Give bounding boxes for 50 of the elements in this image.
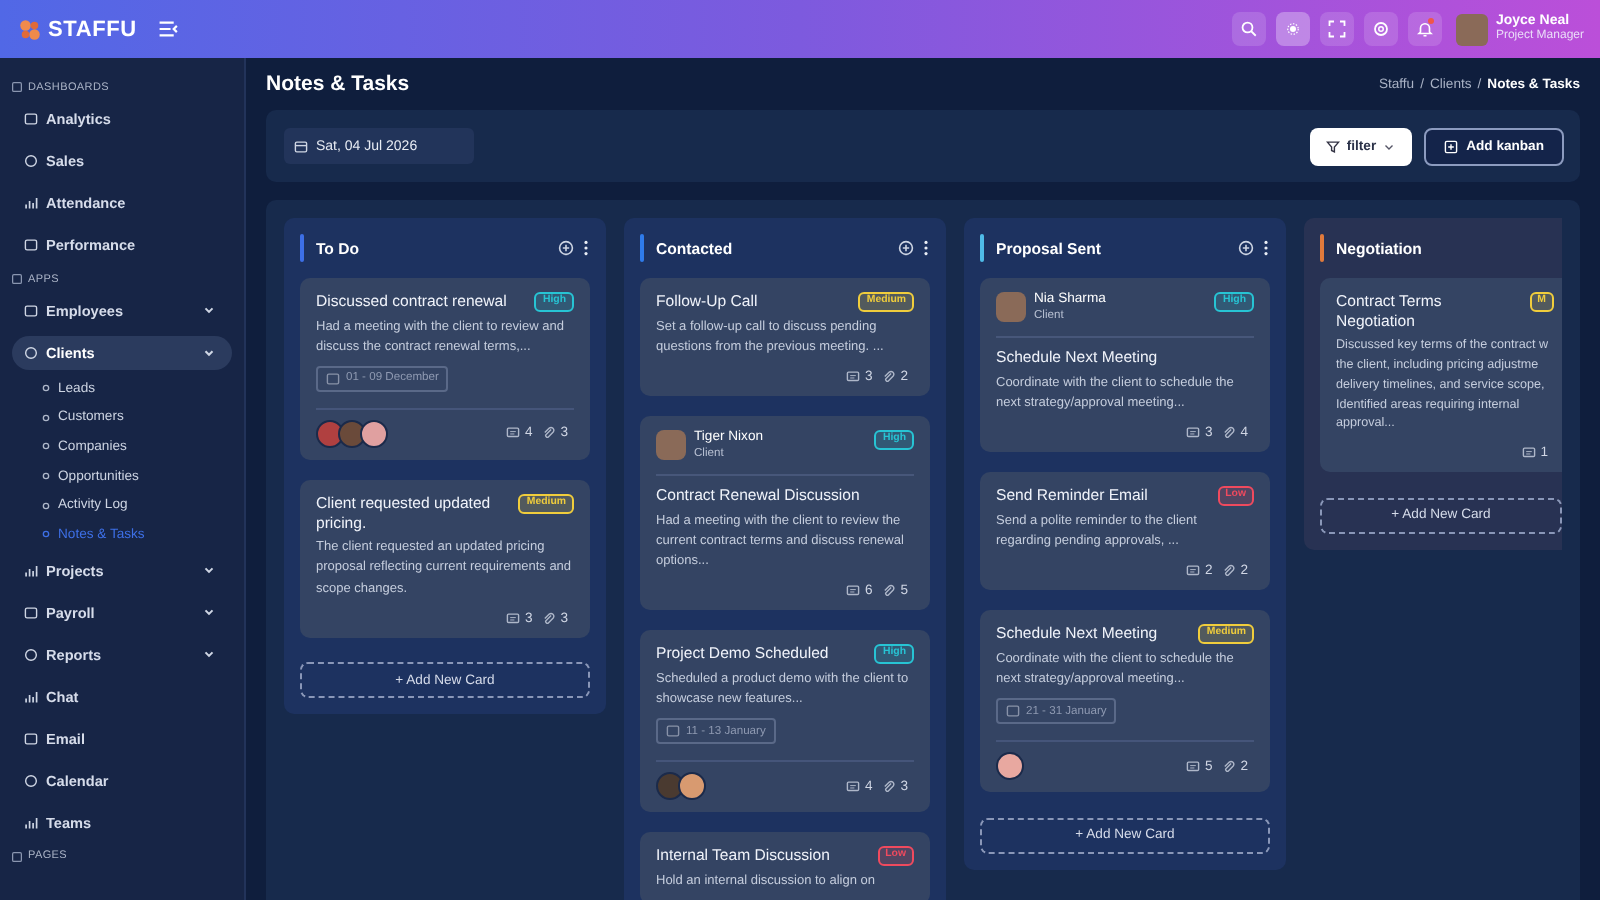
bullet-icon	[42, 442, 50, 451]
bullet-icon	[42, 530, 50, 539]
search-button[interactable]	[1231, 12, 1266, 46]
theme-button[interactable]	[1275, 12, 1310, 46]
bell-icon	[1415, 20, 1434, 38]
bullet-icon	[42, 472, 50, 481]
contact-avatar	[996, 292, 1026, 322]
comment-icon	[846, 584, 861, 599]
plus-square-icon	[1444, 139, 1459, 153]
add-icon[interactable]	[558, 240, 574, 256]
bullet-icon	[42, 501, 50, 510]
paperclip-icon	[882, 779, 897, 794]
bullet-icon	[42, 384, 50, 393]
logo-icon	[18, 17, 42, 41]
section-icon	[12, 851, 22, 862]
paperclip-icon	[1222, 759, 1237, 774]
fullscreen-button[interactable]	[1319, 12, 1354, 46]
comment-icon	[506, 611, 521, 626]
comment-icon	[1186, 759, 1201, 774]
contact-avatar	[656, 429, 686, 460]
logo-text: STAFFU	[48, 17, 137, 41]
paperclip-icon	[1222, 564, 1237, 579]
menu-icon[interactable]	[158, 20, 181, 38]
more-icon[interactable]	[1262, 240, 1270, 256]
add-icon[interactable]	[898, 240, 914, 256]
comment-icon	[506, 426, 521, 441]
search-icon	[1239, 20, 1258, 38]
settings-icon	[1371, 20, 1390, 38]
paperclip-icon	[882, 369, 897, 384]
paperclip-icon	[1222, 426, 1237, 441]
notifications-button[interactable]	[1407, 12, 1442, 46]
bullet-icon	[42, 413, 50, 422]
comment-icon	[846, 779, 861, 794]
sun-icon	[1283, 20, 1302, 38]
more-icon[interactable]	[922, 240, 930, 256]
paperclip-icon	[882, 584, 897, 599]
comment-icon	[846, 369, 861, 384]
settings-button[interactable]	[1363, 12, 1398, 46]
paperclip-icon	[542, 611, 557, 626]
comment-icon	[1522, 446, 1537, 461]
section-icon	[12, 274, 22, 284]
filter-icon	[1326, 139, 1341, 153]
comment-icon	[1186, 426, 1201, 441]
comment-icon	[1186, 564, 1201, 579]
paperclip-icon	[542, 426, 557, 441]
add-icon[interactable]	[1238, 240, 1254, 256]
page-title: Notes & Tasks	[266, 72, 410, 96]
more-icon[interactable]	[582, 240, 590, 256]
fullscreen-icon	[1327, 20, 1346, 38]
section-icon	[12, 82, 22, 92]
